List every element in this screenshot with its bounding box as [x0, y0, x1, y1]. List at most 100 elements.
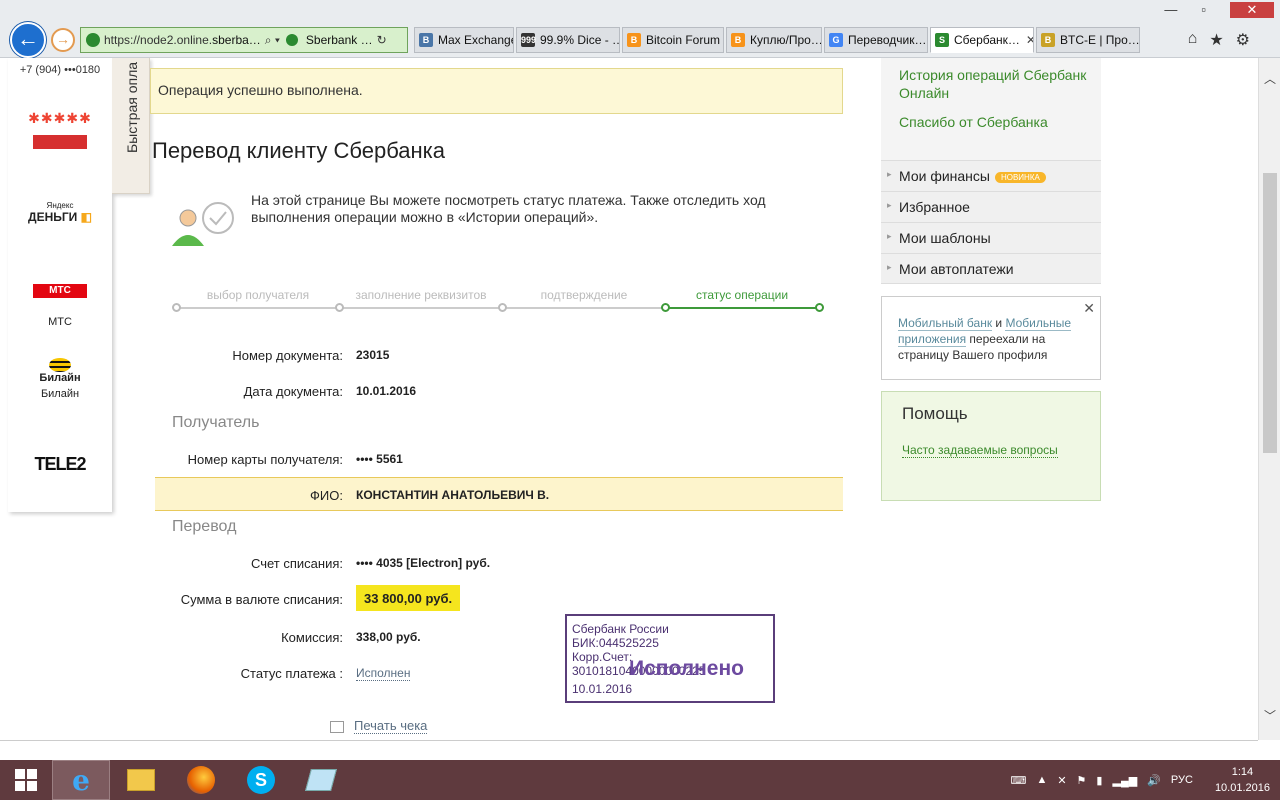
- field-label: Сумма в валюте списания:: [180, 592, 343, 607]
- faq-link[interactable]: Часто задаваемые вопросы: [902, 443, 1058, 458]
- close-window-icon[interactable]: ✕: [1230, 2, 1274, 18]
- btce-icon: B: [1041, 33, 1055, 47]
- keyboard-icon[interactable]: ⌨: [1011, 774, 1027, 787]
- clock-date: 10.01.2016: [1214, 782, 1270, 794]
- scroll-down-icon[interactable]: ﹀: [1264, 707, 1276, 724]
- firefox-icon: [187, 766, 215, 794]
- info-text: На этой странице Вы можете посмотреть ст…: [251, 192, 766, 225]
- right-sidebar: История операций Сбербанк Онлайн Спасибо…: [881, 58, 1101, 501]
- provider-children-logo[interactable]: ✱✱✱✱✱: [8, 110, 112, 149]
- fio-row: ФИО: КОНСТАНТИН АНАТОЛЬЕВИЧ В.: [155, 477, 843, 511]
- yandex-wallet-icon: ◧: [80, 210, 92, 224]
- menu-item-finances[interactable]: Мои финансы НОВИНКА: [881, 160, 1101, 191]
- windows-flag-icon[interactable]: ⚑: [1077, 774, 1087, 787]
- clock[interactable]: 1:14 10.01.2016: [1215, 764, 1270, 796]
- volume-icon[interactable]: 🔊: [1147, 774, 1161, 787]
- provider-tele2[interactable]: TELE2: [8, 454, 112, 475]
- tab-btce[interactable]: B BTC-E | Про…: [1036, 27, 1140, 53]
- menu-label: Мои шаблоны: [899, 230, 991, 246]
- tab-bitcoin[interactable]: B Bitcoin Forum: [622, 27, 724, 53]
- notepad-taskbar-button[interactable]: [292, 760, 350, 800]
- minimize-icon[interactable]: —: [1164, 2, 1177, 18]
- battery-icon[interactable]: ▮: [1096, 774, 1102, 787]
- menu-label: Мои автоплатежи: [899, 261, 1014, 277]
- status-link[interactable]: Исполнен: [356, 666, 411, 681]
- back-button[interactable]: ←: [10, 22, 46, 58]
- close-tab-icon[interactable]: ✕: [1026, 33, 1033, 47]
- quick-pay-panel: +7 (904) •••0180 ✱✱✱✱✱ Яндекс ДЕНЬГИ ◧ М…: [8, 58, 112, 512]
- spasibo-link[interactable]: Спасибо от Сбербанка: [899, 113, 1101, 132]
- doc-date-row: Дата документа: 10.01.2016: [155, 374, 843, 408]
- tray-expand-icon[interactable]: ▲: [1036, 774, 1047, 786]
- field-value: 10.01.2016: [356, 384, 417, 398]
- children-figures-icon: ✱✱✱✱✱: [28, 110, 92, 126]
- history-link[interactable]: История операций Сбербанк Онлайн: [899, 66, 1101, 103]
- step-label-current: статус операции: [695, 288, 789, 302]
- refresh-icon[interactable]: ↻: [377, 33, 387, 47]
- section-transfer: Перевод: [172, 518, 237, 535]
- yandex-money-text: ДЕНЬГИ: [28, 210, 78, 224]
- provider-mts[interactable]: МТС МТС: [8, 284, 112, 328]
- system-tray: ⌨ ▲ ✕ ⚑ ▮ ▂▄▆ 🔊 РУС 1:14 10.01.2016: [1011, 760, 1270, 800]
- quick-pay-tab[interactable]: Быстрая опла: [112, 58, 150, 194]
- menu-item-autopayments[interactable]: Мои автоплатежи: [881, 253, 1101, 284]
- skype-icon: S: [247, 766, 275, 794]
- lock-icon: [86, 33, 100, 47]
- secure-icon: [285, 34, 298, 46]
- settings-gear-icon[interactable]: ⚙: [1236, 30, 1250, 50]
- bank-stamp: Сбербанк России БИК:044525225 Корр.Счет:…: [565, 614, 775, 703]
- stamp-executed: Исполнено: [629, 657, 744, 680]
- url-prefix: https://node2.online.: [104, 33, 213, 47]
- language-indicator[interactable]: РУС: [1171, 774, 1193, 786]
- field-value: •••• 5561: [356, 452, 403, 466]
- field-label: Статус платежа :: [240, 666, 343, 681]
- page-scrollbar[interactable]: ︿ ﹀: [1258, 58, 1280, 740]
- search-icon[interactable]: ⌕ ▾: [265, 33, 280, 48]
- stamp-line: БИК:044525225: [572, 636, 659, 650]
- browser-status-strip: [0, 740, 1258, 760]
- tab-bitcoin[interactable]: B Куплю/Про…: [726, 27, 822, 53]
- dice-icon: 999: [521, 33, 537, 47]
- print-receipt-link[interactable]: Печать чека: [330, 718, 428, 734]
- field-value: •••• 4035 [Electron] руб.: [356, 556, 491, 570]
- children-banner-icon: [33, 135, 87, 149]
- tab-vk[interactable]: B Max Exchange: [414, 27, 514, 53]
- maximize-icon[interactable]: ▫: [1201, 2, 1206, 18]
- start-button[interactable]: [2, 760, 50, 800]
- forward-button[interactable]: →: [51, 28, 75, 52]
- provider-beeline[interactable]: Билайн Билайн: [8, 358, 112, 400]
- notepad-icon: [305, 769, 337, 791]
- mobile-bank-link[interactable]: Мобильный банк: [898, 316, 993, 331]
- close-icon[interactable]: ✕: [1083, 300, 1095, 316]
- step-dot: [498, 303, 507, 312]
- tab-dice[interactable]: 999 99.9% Dice - …: [516, 27, 620, 53]
- tab-label: 99.9% Dice - …: [540, 33, 620, 47]
- provider-name: Билайн: [40, 388, 80, 400]
- tab-sberbank[interactable]: S Сбербанк… ✕: [930, 27, 1034, 53]
- network-alert-icon[interactable]: ✕: [1057, 774, 1066, 787]
- explorer-taskbar-button[interactable]: [112, 760, 170, 800]
- skype-taskbar-button[interactable]: S: [232, 760, 290, 800]
- firefox-taskbar-button[interactable]: [172, 760, 230, 800]
- favorites-star-icon[interactable]: ★: [1209, 30, 1223, 50]
- folder-icon: [127, 769, 155, 791]
- provider-yandex-money[interactable]: Яндекс ДЕНЬГИ ◧: [8, 201, 112, 224]
- site-identity[interactable]: Sberbank …: [306, 33, 373, 47]
- step-line-done: [176, 307, 666, 309]
- scrollbar-thumb[interactable]: [1263, 173, 1277, 453]
- signal-icon[interactable]: ▂▄▆: [1112, 774, 1137, 787]
- doc-number-row: Номер документа: 23015: [155, 338, 843, 372]
- page-viewport: +7 (904) •••0180 ✱✱✱✱✱ Яндекс ДЕНЬГИ ◧ М…: [0, 58, 1258, 740]
- menu-item-favorites[interactable]: Избранное: [881, 191, 1101, 222]
- menu-item-templates[interactable]: Мои шаблоны: [881, 222, 1101, 253]
- home-icon[interactable]: ⌂: [1188, 30, 1198, 50]
- scroll-up-icon[interactable]: ︿: [1264, 70, 1276, 87]
- field-label: Дата документа:: [243, 384, 343, 399]
- tab-google-translate[interactable]: G Переводчик…: [824, 27, 928, 53]
- windows-logo-icon: [15, 769, 37, 791]
- address-bar[interactable]: https://node2.online.sberba… ⌕ ▾ Sberban…: [80, 27, 408, 53]
- sidebar-links: История операций Сбербанк Онлайн Спасибо…: [881, 58, 1101, 160]
- ie-taskbar-button[interactable]: e: [52, 760, 110, 800]
- mts-logo-text: МТС: [49, 285, 71, 296]
- amount-row: Сумма в валюте списания:: [155, 582, 843, 616]
